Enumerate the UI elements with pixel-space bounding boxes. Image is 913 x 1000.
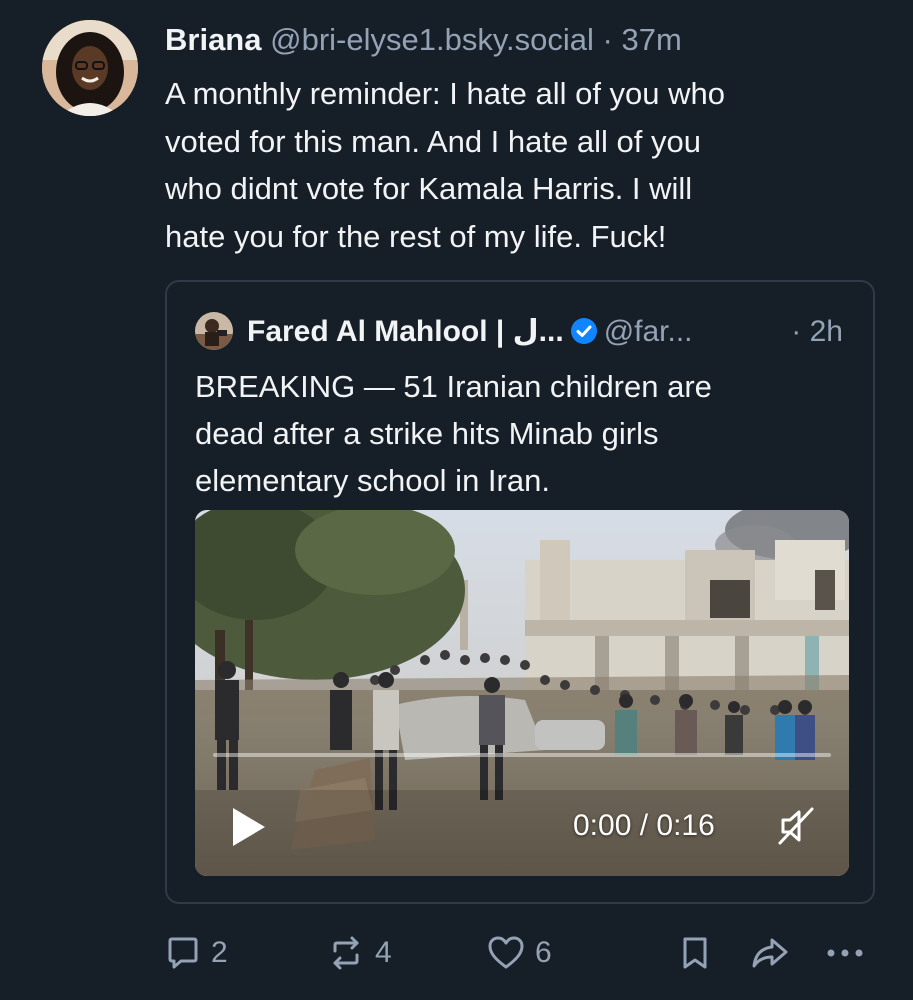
like-count: 6 <box>535 936 552 969</box>
post-text-line: voted for this man. And I hate all of yo… <box>165 123 701 159</box>
more-options-button[interactable] <box>825 933 865 973</box>
repost-count: 4 <box>375 936 392 969</box>
author-avatar[interactable] <box>42 20 138 116</box>
reply-icon <box>165 935 201 971</box>
post-text-line: hate you for the rest of my life. Fuck! <box>165 218 667 254</box>
quote-text-line: BREAKING — 51 Iranian children are <box>195 369 712 404</box>
share-button[interactable] <box>750 933 790 973</box>
bookmark-icon <box>680 935 710 971</box>
more-icon <box>825 947 865 959</box>
post-text-line: who didnt vote for Kamala Harris. I will <box>165 171 693 206</box>
video-player[interactable]: 0:00 / 0:16 <box>195 510 849 876</box>
quote-text-line: dead after a strike hits Minab girls <box>195 416 659 451</box>
reply-count: 2 <box>211 936 228 969</box>
video-thumbnail <box>195 510 849 876</box>
author-name[interactable]: Briana <box>165 22 261 57</box>
repost-button[interactable]: 4 <box>327 933 392 973</box>
post-actions: 2 4 6 <box>0 925 913 981</box>
separator-dot: · <box>791 315 802 348</box>
post-text-line: A monthly reminder: I hate all of you wh… <box>165 76 726 111</box>
quote-author-name[interactable]: Fared Al Mahlool | ل... <box>247 315 564 348</box>
separator-dot: · <box>602 22 613 57</box>
like-button[interactable]: 6 <box>487 933 552 973</box>
post-timestamp[interactable]: 37m <box>621 22 681 57</box>
video-progress-bar[interactable] <box>213 753 831 757</box>
quote-text: BREAKING — 51 Iranian children are dead … <box>195 363 855 504</box>
quote-author-handle[interactable]: @far... <box>604 315 693 348</box>
post: Briana @bri-elyse1.bsky.social · 37m A m… <box>0 0 913 1000</box>
muted-speaker-icon[interactable] <box>777 806 815 846</box>
quote-header: Fared Al Mahlool | ل... @far... <box>247 312 693 356</box>
bookmark-button[interactable] <box>680 933 710 973</box>
like-icon <box>487 935 525 971</box>
play-icon[interactable] <box>229 806 269 848</box>
reply-button[interactable]: 2 <box>165 933 228 973</box>
quote-timestamp[interactable]: · 2h <box>791 312 843 352</box>
quote-author-avatar[interactable] <box>195 312 233 350</box>
share-icon <box>750 935 790 971</box>
repost-icon <box>327 935 365 971</box>
quote-time-value: 2h <box>809 315 843 348</box>
verified-badge-icon <box>570 316 598 356</box>
video-time-display: 0:00 / 0:16 <box>573 809 715 842</box>
quoted-post[interactable]: Fared Al Mahlool | ل... @far... · 2h BREA… <box>165 280 875 904</box>
quote-text-line: elementary school in Iran. <box>195 463 550 498</box>
author-handle[interactable]: @bri-elyse1.bsky.social <box>270 22 594 57</box>
post-header: Briana @bri-elyse1.bsky.social · 37m <box>165 20 682 60</box>
post-text: A monthly reminder: I hate all of you wh… <box>165 70 865 260</box>
